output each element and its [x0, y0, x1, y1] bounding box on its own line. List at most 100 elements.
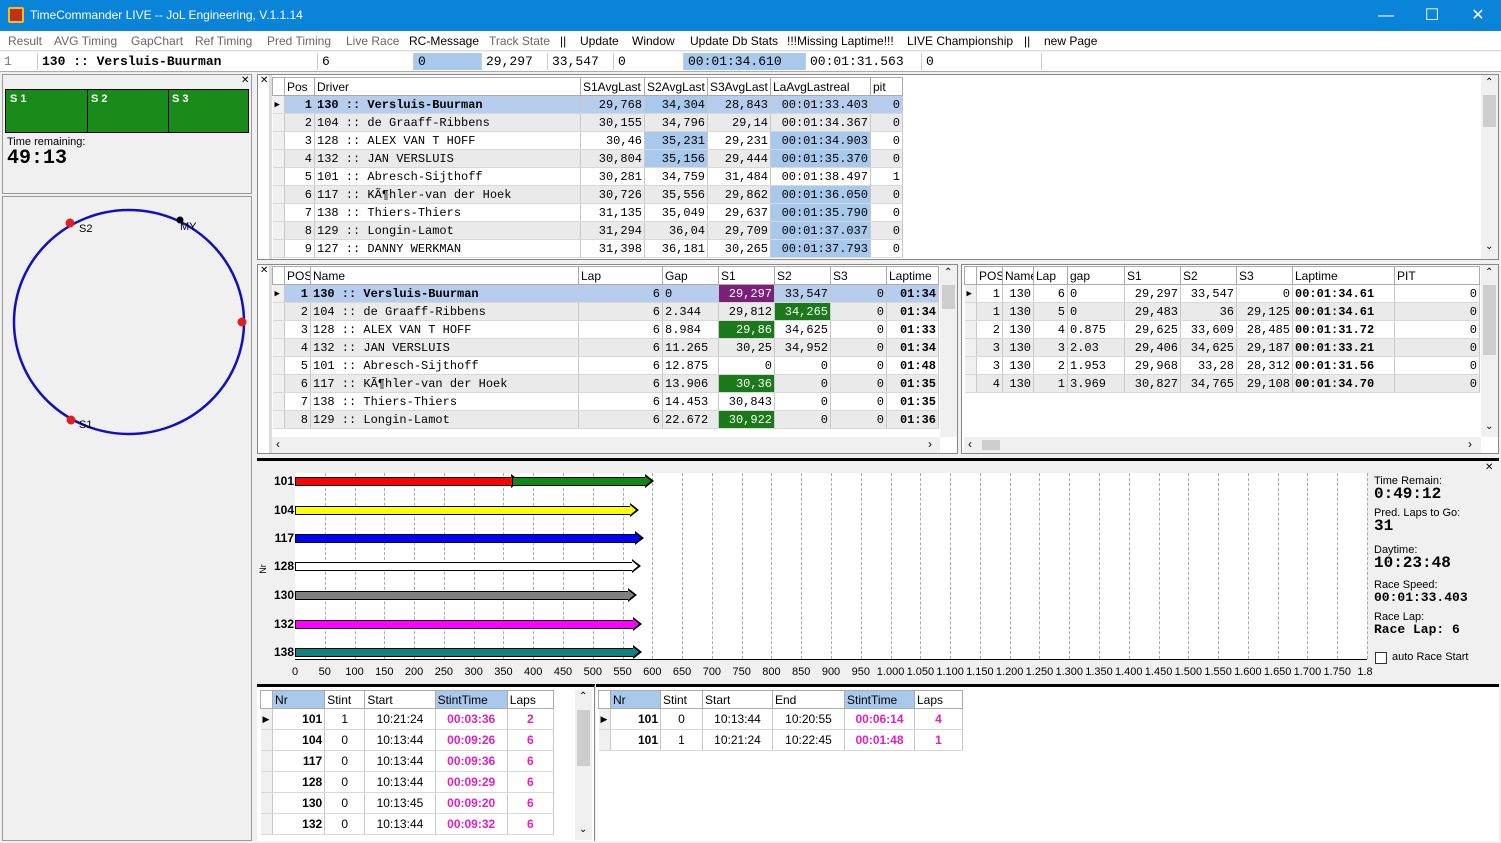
- table-row[interactable]: 104 0 10:13:44 00:09:26 6: [260, 729, 555, 751]
- maximize-button[interactable]: ☐: [1409, 0, 1455, 31]
- auto-race-start-label[interactable]: auto Race Start: [1392, 651, 1468, 663]
- table-row[interactable]: 3 128 :: ALEX VAN T HOFF 6 8.984 29,86 34,625…: [272, 320, 939, 339]
- vertical-scrollbar[interactable]: ⌃ ⌄: [1481, 265, 1498, 437]
- col-s2avg[interactable]: S2AvgLast: [644, 77, 708, 96]
- col-laptime[interactable]: Laptime: [1292, 266, 1395, 285]
- col-laps[interactable]: Laps: [914, 690, 963, 709]
- row-selector[interactable]: [260, 813, 274, 835]
- table-row[interactable]: 130 0 10:13:45 00:09:20 6: [260, 792, 555, 814]
- menu-avg-timing[interactable]: AVG Timing: [54, 34, 117, 48]
- row-selector[interactable]: [272, 185, 285, 204]
- row-selector[interactable]: [964, 302, 977, 321]
- row-selector[interactable]: [964, 338, 977, 357]
- table-row[interactable]: 3 130 2 1.953 29,968 33,28 28,312 00:01:31.56 0: [964, 356, 1480, 375]
- scroll-thumb[interactable]: [942, 285, 955, 309]
- row-selector[interactable]: [272, 203, 285, 222]
- table-row[interactable]: 4 130 1 3.969 30,827 34,765 29,108 00:01:34.70 0: [964, 374, 1480, 393]
- col-s2[interactable]: S2: [1180, 266, 1237, 285]
- scroll-left-icon[interactable]: ‹: [276, 437, 280, 451]
- menu-window[interactable]: Window: [632, 34, 675, 48]
- col-pos[interactable]: POS: [284, 266, 311, 285]
- vertical-scrollbar[interactable]: ⌃ ⌄: [1481, 75, 1498, 259]
- menu-gapchart[interactable]: GapChart: [131, 34, 183, 48]
- scroll-up-icon[interactable]: ⌃: [944, 267, 952, 278]
- row-selector[interactable]: [272, 392, 285, 411]
- col-s3[interactable]: S3: [1236, 266, 1293, 285]
- close-icon[interactable]: ✕: [1485, 462, 1493, 473]
- vertical-scrollbar[interactable]: ⌃: [940, 265, 957, 437]
- col-stinttime[interactable]: StintTime: [434, 690, 508, 709]
- menu-live-championship[interactable]: LIVE Championship: [907, 34, 1013, 48]
- col-laavg[interactable]: LaAvgLastreal: [770, 77, 871, 96]
- col-lap[interactable]: Lap: [1033, 266, 1068, 285]
- scroll-down-icon[interactable]: ⌄: [1485, 421, 1493, 432]
- row-selector[interactable]: [272, 302, 285, 321]
- menu-live-race[interactable]: Live Race: [346, 34, 399, 48]
- menu-result[interactable]: Result: [8, 34, 42, 48]
- col-name[interactable]: Name: [1002, 266, 1034, 285]
- table-row[interactable]: 4 132 :: JAN VERSLUIS 30,804 35,156 29,444 00…: [272, 149, 903, 168]
- scroll-down-icon[interactable]: ⌄: [1485, 241, 1493, 252]
- menu-ref-timing[interactable]: Ref Timing: [195, 34, 252, 48]
- close-icon[interactable]: ✕: [260, 265, 268, 276]
- table-row[interactable]: ▶ 1 130 :: Versluis-Buurman 6 0 29,297 33,547 0…: [272, 284, 939, 303]
- row-selector[interactable]: [964, 374, 977, 393]
- table-row[interactable]: 2 104 :: de Graaff-Ribbens 30,155 34,796 29,…: [272, 113, 903, 132]
- col-pos[interactable]: Pos: [284, 77, 315, 96]
- scroll-left-icon[interactable]: ‹: [968, 437, 972, 451]
- menu-update[interactable]: Update: [580, 34, 619, 48]
- row-selector[interactable]: [964, 320, 977, 339]
- table-row[interactable]: 1 130 5 0 29,483 36 29,125 00:01:34.61 0: [964, 302, 1480, 321]
- row-selector[interactable]: [272, 356, 285, 375]
- col-gap[interactable]: Gap: [662, 266, 719, 285]
- close-icon[interactable]: ✕: [241, 75, 249, 86]
- col-pit[interactable]: pit: [870, 77, 903, 96]
- col-s1[interactable]: S1: [1124, 266, 1181, 285]
- col-start[interactable]: Start: [364, 690, 436, 709]
- col-s3[interactable]: S3: [830, 266, 887, 285]
- table-row[interactable]: 6 117 :: KÃ¶hler-van der Hoek 30,726 35,556…: [272, 185, 903, 204]
- table-row[interactable]: 5 101 :: Abresch-Sijthoff 30,281 34,759 31,4…: [272, 167, 903, 186]
- row-selector[interactable]: [964, 356, 977, 375]
- col-pos[interactable]: POS: [976, 266, 1003, 285]
- table-row[interactable]: 128 0 10:13:44 00:09:29 6: [260, 771, 555, 793]
- scroll-thumb[interactable]: [1483, 95, 1496, 127]
- row-selector[interactable]: [260, 771, 274, 793]
- row-selector[interactable]: [598, 729, 611, 751]
- table-row[interactable]: 5 101 :: Abresch-Sijthoff 6 12.875 0 0 0 01:48: [272, 356, 939, 375]
- row-selector-arrow-icon[interactable]: ▶: [964, 284, 977, 303]
- col-s1avg[interactable]: S1AvgLast: [580, 77, 645, 96]
- row-selector[interactable]: [260, 729, 274, 751]
- table-row[interactable]: 2 104 :: de Graaff-Ribbens 6 2.344 29,812 34,…: [272, 302, 939, 321]
- close-button[interactable]: ✕: [1455, 0, 1501, 31]
- col-end[interactable]: End: [772, 690, 845, 709]
- scroll-up-icon[interactable]: ⌃: [1485, 77, 1493, 88]
- scroll-right-icon[interactable]: ›: [1468, 437, 1472, 451]
- table-row[interactable]: 8 129 :: Longin-Lamot 6 22.672 30,922 0 0 01:36: [272, 410, 939, 429]
- row-selector[interactable]: [260, 750, 274, 772]
- table-row[interactable]: 7 138 :: Thiers-Thiers 31,135 35,049 29,637 0…: [272, 203, 903, 222]
- table-row[interactable]: 8 129 :: Longin-Lamot 31,294 36,04 29,709 00:…: [272, 221, 903, 240]
- row-selector-arrow-icon[interactable]: ▶: [272, 284, 285, 303]
- row-selector[interactable]: [272, 410, 285, 429]
- horizontal-scrollbar[interactable]: ‹ ›: [964, 437, 1481, 453]
- scroll-up-icon[interactable]: ⌃: [1485, 267, 1493, 278]
- row-selector-arrow-icon[interactable]: ▶: [598, 708, 611, 730]
- row-selector[interactable]: [272, 149, 285, 168]
- row-selector[interactable]: [272, 320, 285, 339]
- scroll-right-icon[interactable]: ›: [928, 437, 932, 451]
- col-stint[interactable]: Stint: [660, 690, 703, 709]
- table-row[interactable]: 2 130 4 0.875 29,625 33,609 28,485 00:01:31.72 0: [964, 320, 1480, 339]
- menu-rc-message[interactable]: RC-Message: [409, 34, 479, 48]
- row-selector[interactable]: [272, 221, 285, 240]
- table-row[interactable]: 6 117 :: KÃ¶hler-van der Hoek 6 13.906 30,36…: [272, 374, 939, 393]
- col-start[interactable]: Start: [702, 690, 773, 709]
- row-selector[interactable]: [272, 338, 285, 357]
- col-laps[interactable]: Laps: [506, 690, 555, 709]
- row-selector-arrow-icon[interactable]: ▶: [272, 95, 285, 114]
- table-row[interactable]: ▶ 101 0 10:13:44 10:20:55 00:06:14 4: [598, 708, 963, 730]
- table-row[interactable]: 132 0 10:13:44 00:09:32 6: [260, 813, 555, 835]
- table-row[interactable]: ▶ 1 130 :: Versluis-Buurman 29,768 34,304 28,…: [272, 95, 903, 114]
- col-gap[interactable]: gap: [1067, 266, 1125, 285]
- row-selector[interactable]: [272, 167, 285, 186]
